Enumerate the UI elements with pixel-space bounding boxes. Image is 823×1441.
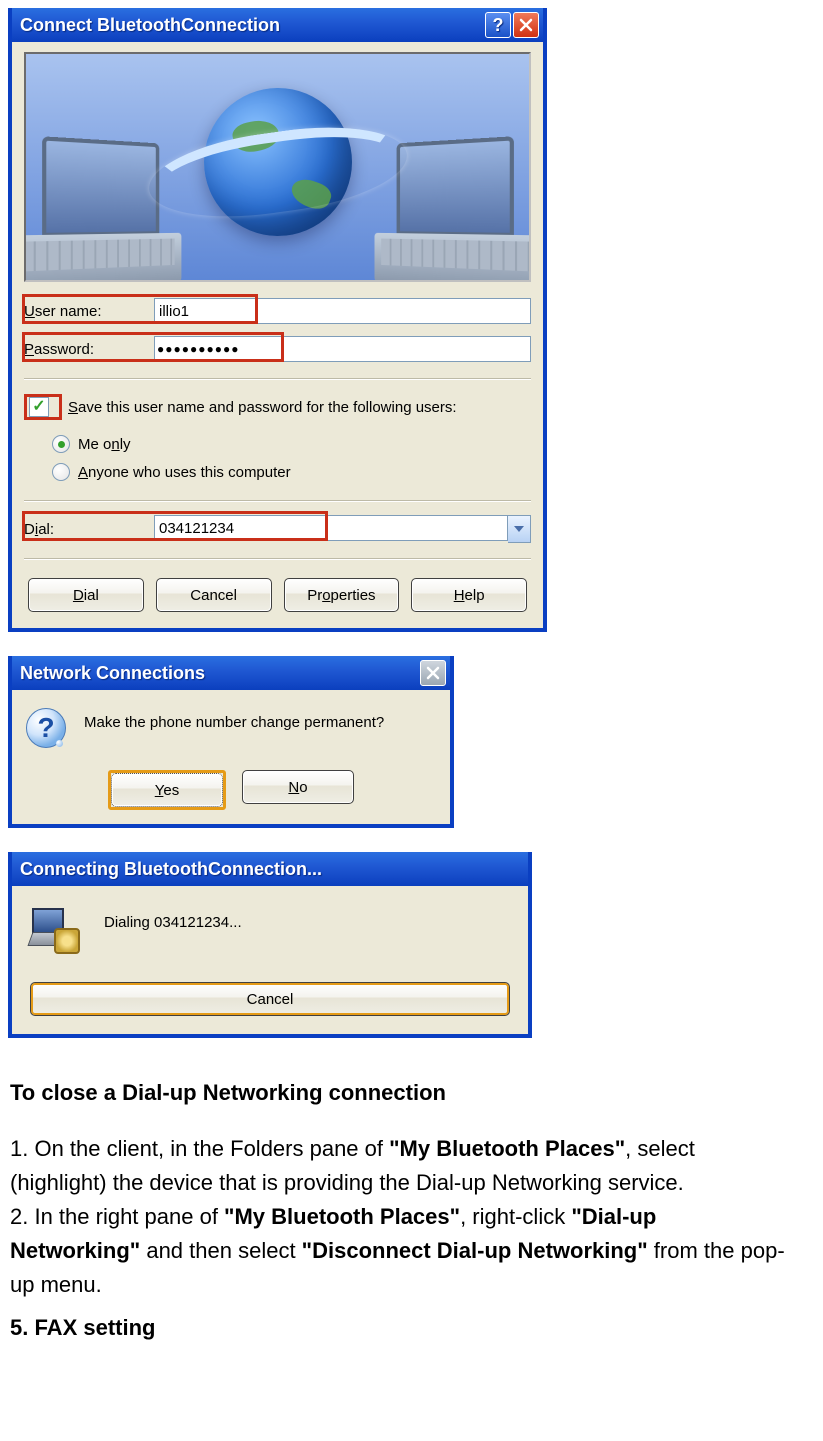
connecting-dialog: Connecting BluetoothConnection... Dialin…	[8, 852, 532, 1038]
connection-illustration	[24, 52, 531, 282]
close-icon[interactable]	[513, 12, 539, 38]
connecting-status: Dialing 034121234...	[104, 908, 242, 931]
connect-dialog: Connect BluetoothConnection ? User name:…	[8, 8, 547, 632]
confirm-dialog-titlebar[interactable]: Network Connections	[12, 656, 450, 690]
step-2: 2. In the right pane of "My Bluetooth Pl…	[10, 1200, 790, 1302]
dial-label: Dial:	[24, 521, 154, 538]
help-button[interactable]: Help	[411, 578, 527, 612]
instruction-heading: To close a Dial-up Networking connection	[10, 1076, 790, 1110]
modem-icon	[30, 908, 78, 952]
dial-input[interactable]	[154, 515, 508, 541]
save-credentials-checkbox[interactable]	[29, 397, 49, 417]
anyone-label: Anyone who uses this computer	[78, 464, 291, 481]
section-5-heading: 5. FAX setting	[10, 1311, 790, 1345]
connecting-dialog-titlebar[interactable]: Connecting BluetoothConnection...	[12, 852, 528, 886]
confirm-dialog: Network Connections ? Make the phone num…	[8, 656, 454, 828]
cancel-connecting-button[interactable]: Cancel	[30, 982, 510, 1016]
step-1: 1. On the client, in the Folders pane of…	[10, 1132, 790, 1200]
save-credentials-label: Save this user name and password for the…	[68, 399, 457, 416]
yes-button-highlight: Yes	[108, 770, 226, 810]
username-label: User name:	[24, 303, 154, 320]
connect-dialog-title: Connect BluetoothConnection	[20, 15, 483, 36]
password-input[interactable]: ●●●●●●●●●●	[154, 336, 531, 362]
instruction-text: To close a Dial-up Networking connection…	[8, 1062, 792, 1375]
password-label: Password:	[24, 341, 154, 358]
help-icon[interactable]: ?	[485, 12, 511, 38]
me-only-label: Me only	[78, 436, 131, 453]
anyone-radio[interactable]	[52, 463, 70, 481]
connect-dialog-titlebar[interactable]: Connect BluetoothConnection ?	[12, 8, 543, 42]
confirm-message: Make the phone number change permanent?	[84, 708, 384, 731]
dial-button[interactable]: Dial	[28, 578, 144, 612]
confirm-dialog-title: Network Connections	[20, 663, 418, 684]
properties-button[interactable]: Properties	[284, 578, 400, 612]
connecting-dialog-title: Connecting BluetoothConnection...	[20, 859, 524, 880]
no-button[interactable]: No	[242, 770, 354, 804]
save-checkbox-highlight	[24, 394, 62, 420]
me-only-radio[interactable]	[52, 435, 70, 453]
question-icon: ?	[26, 708, 66, 748]
cancel-button[interactable]: Cancel	[156, 578, 272, 612]
username-input[interactable]	[154, 298, 531, 324]
close-icon[interactable]	[420, 660, 446, 686]
yes-button[interactable]: Yes	[111, 773, 223, 807]
dial-dropdown-icon[interactable]	[508, 515, 531, 543]
